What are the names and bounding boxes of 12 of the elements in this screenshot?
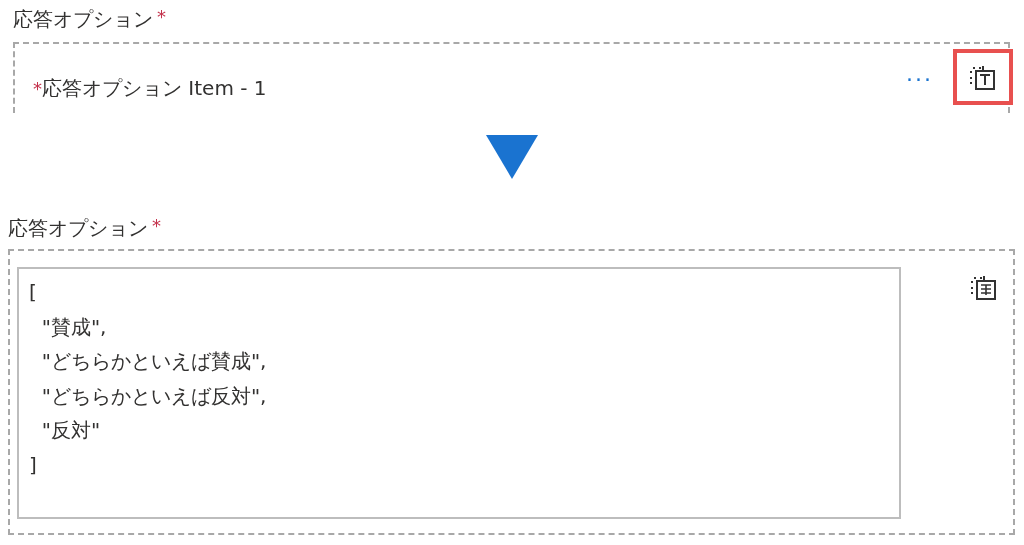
switch-mode-button[interactable] xyxy=(971,273,997,303)
required-mark: * xyxy=(152,215,161,236)
required-mark: * xyxy=(33,78,42,99)
item-title: 応答オプション Item - 1 xyxy=(42,75,267,102)
switch-mode-button[interactable] xyxy=(953,48,1013,105)
table-mode-icon xyxy=(971,273,997,301)
field-label: 応答オプション xyxy=(13,6,153,33)
more-button[interactable]: ··· xyxy=(906,67,933,92)
json-textarea[interactable]: [ "賛成", "どちらかといえば賛成", "どちらかといえば反対", "反対" ] xyxy=(17,267,901,519)
required-mark: * xyxy=(157,6,166,27)
down-arrow-icon xyxy=(486,135,538,179)
field-label: 応答オプション xyxy=(8,215,148,242)
